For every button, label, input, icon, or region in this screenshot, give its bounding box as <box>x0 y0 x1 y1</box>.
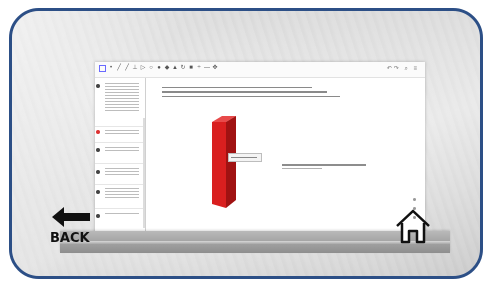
perpendicular-icon: ⊥ <box>132 65 138 71</box>
point-icon: • <box>109 65 113 71</box>
algebra-entry-5 <box>105 188 139 200</box>
home-button[interactable] <box>392 207 434 245</box>
algebra-entry-4 <box>105 168 139 177</box>
circle-icon: ○ <box>149 65 153 71</box>
rotate-icon: ↻ <box>180 65 186 71</box>
red-cuboid <box>212 116 236 208</box>
app-screenshot: • ╱ ╱ ⊥ ▷ ○ ● ◆ ▲ ↻ ■ ÷ — ✥ ↶↷ ⌕ ≡ <box>95 62 425 240</box>
prism-icon: ■ <box>189 65 193 71</box>
algebra-sidebar <box>95 78 146 240</box>
back-button[interactable]: BACK <box>38 205 98 251</box>
left-arrow-icon <box>52 207 90 227</box>
move-view-icon: — <box>204 65 210 71</box>
back-label: BACK <box>50 231 90 246</box>
object-dot-2 <box>96 148 100 152</box>
undo-redo-icons: ↶↷ ⌕ ≡ <box>386 66 419 72</box>
view-icon: ✥ <box>212 65 218 71</box>
algebra-entry <box>105 83 139 113</box>
pyramid-icon: ▲ <box>172 65 178 71</box>
sphere-icon: ● <box>157 65 161 71</box>
plane-icon: ◆ <box>164 65 170 71</box>
slide-stage: • ╱ ╱ ⊥ ▷ ○ ● ◆ ▲ ↻ ■ ÷ — ✥ ↶↷ ⌕ ≡ BACK <box>0 0 495 287</box>
side-note-2 <box>282 168 322 169</box>
select-icon <box>99 65 106 72</box>
app-toolbar: • ╱ ╱ ⊥ ▷ ○ ● ◆ ▲ ↻ ■ ÷ — ✥ ↶↷ ⌕ ≡ <box>95 62 425 78</box>
line-icon: ╱ <box>117 65 121 71</box>
sidebar-scrollbar <box>143 118 145 228</box>
side-note <box>282 164 366 166</box>
object-label <box>228 153 262 162</box>
line-icon-2: ╱ <box>125 65 129 71</box>
slider-icon: ÷ <box>197 65 201 71</box>
object-dot-3 <box>96 170 100 174</box>
instruction-text-block <box>162 87 342 100</box>
algebra-entry-6 <box>105 213 139 216</box>
object-dot-4 <box>96 190 100 194</box>
polygon-icon: ▷ <box>140 65 146 71</box>
3d-graphics-view <box>146 78 425 240</box>
algebra-entry-3 <box>105 147 139 153</box>
home-icon <box>396 209 430 244</box>
algebra-entry-2 <box>105 130 139 136</box>
object-dot <box>96 84 100 88</box>
object-dot-red <box>96 130 100 134</box>
